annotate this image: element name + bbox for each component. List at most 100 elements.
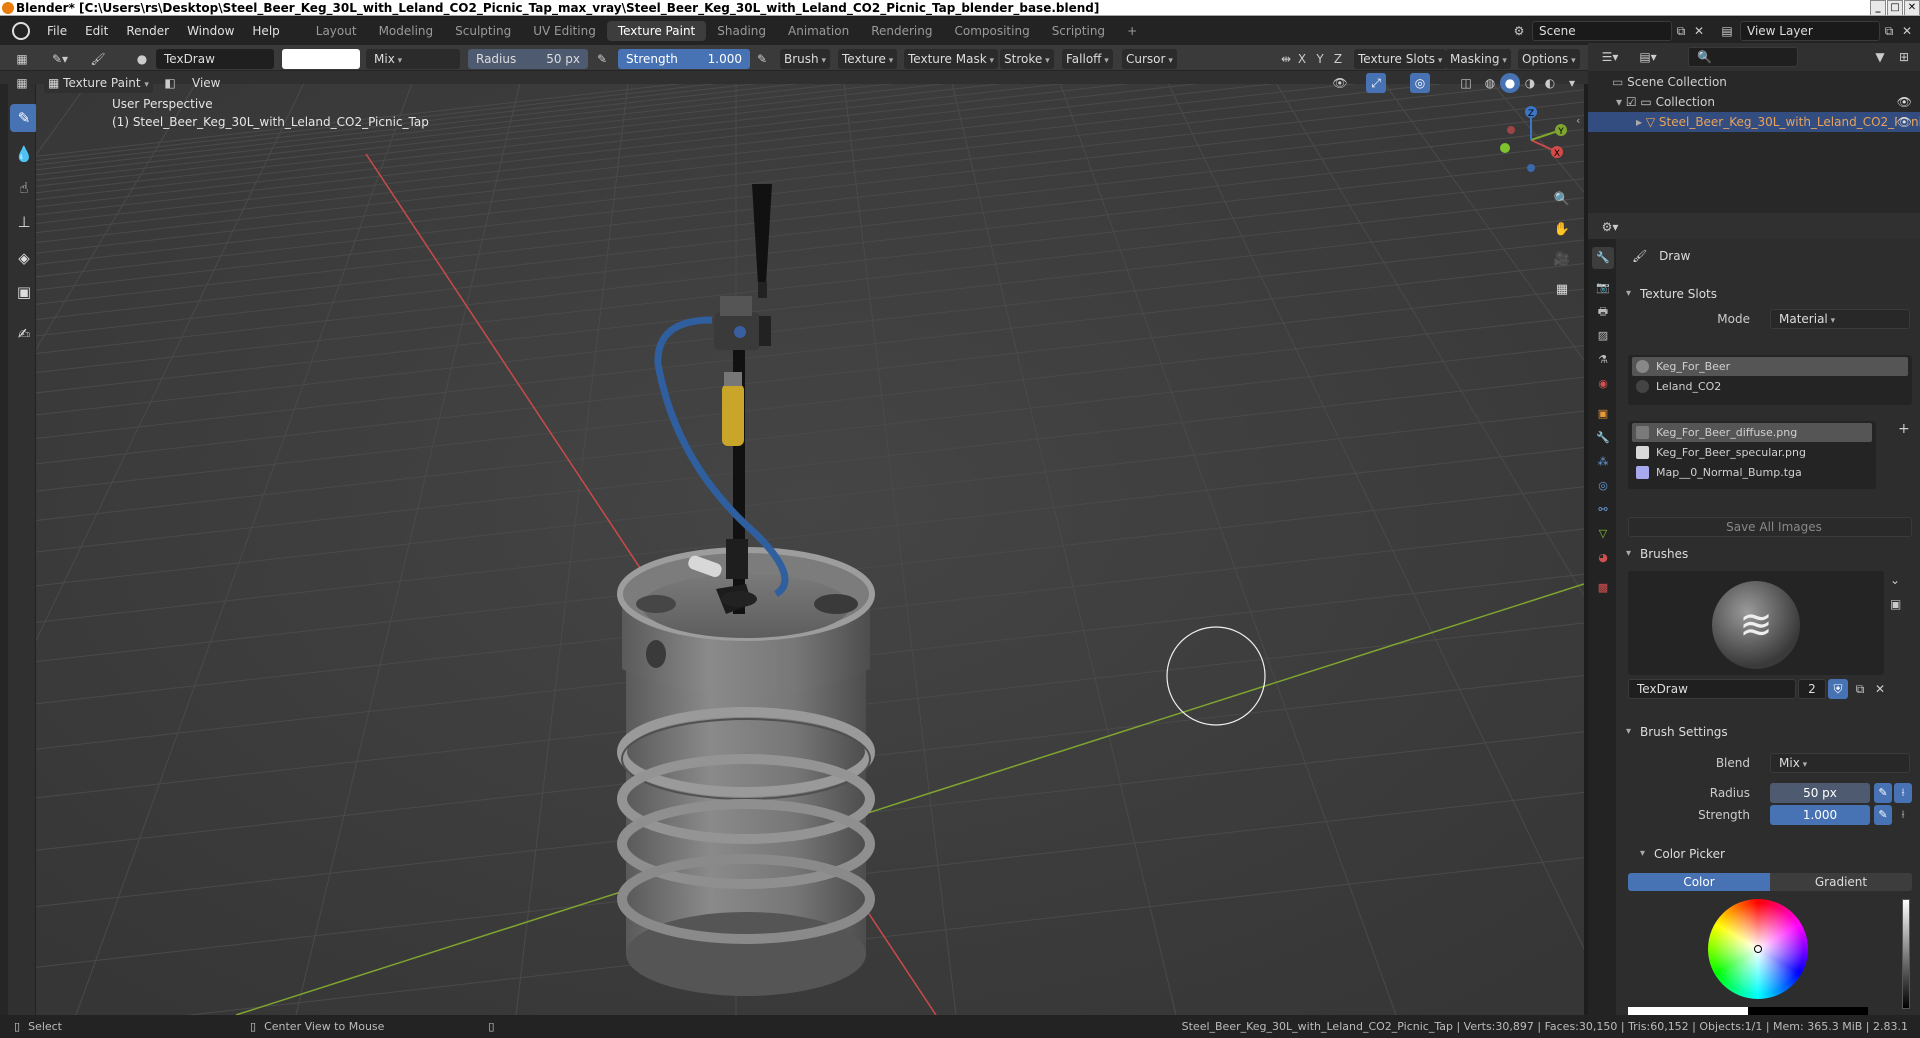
fake-user-shield-icon[interactable]: ⛨ [1828, 679, 1848, 699]
shading-options-icon[interactable]: ▾ [1562, 73, 1582, 93]
brushes-panel-header[interactable]: Brushes [1618, 543, 1918, 565]
add-workspace-button[interactable]: + [1116, 21, 1148, 41]
constraints-tab-icon[interactable]: ⚯ [1592, 499, 1614, 521]
tab-texture-paint[interactable]: Texture Paint [606, 21, 707, 41]
color-wheel-cursor[interactable] [1754, 945, 1762, 953]
radius-pressure-icon[interactable]: ✎ [1874, 783, 1892, 803]
outliner-row-scene-collection[interactable]: ▭ Scene Collection [1588, 72, 1920, 92]
tool-tab-icon[interactable]: 🔧 [1592, 247, 1614, 269]
color-wheel[interactable] [1708, 899, 1808, 999]
gradient-tab[interactable]: Gradient [1770, 873, 1912, 891]
zoom-icon[interactable]: 🔍 [1550, 188, 1574, 212]
solid-shading-icon[interactable]: ● [1500, 73, 1520, 93]
scene-tab-icon[interactable]: ⚗ [1592, 349, 1614, 371]
menu-help[interactable]: Help [243, 17, 288, 45]
value-slider[interactable] [1902, 899, 1910, 1009]
tab-sculpting[interactable]: Sculpting [444, 21, 522, 41]
blend-dropdown[interactable]: Mix [1770, 753, 1910, 773]
texture-slots-menu[interactable]: Texture Slots [1354, 49, 1447, 69]
outliner-row-collection[interactable]: ▾ ☑ ▭ Collection 👁 [1588, 92, 1920, 112]
strength-pressure-icon[interactable]: ✎ [752, 49, 772, 69]
tab-uv-editing[interactable]: UV Editing [522, 21, 607, 41]
outliner-search-input[interactable]: 🔍 [1688, 47, 1798, 67]
brush-users-count[interactable]: 2 [1798, 679, 1826, 699]
collection-visibility-icon[interactable]: 👁 [1897, 92, 1912, 112]
mode-dropdown[interactable]: Material [1770, 309, 1910, 329]
object-visibility-icon[interactable]: 👁 [1896, 112, 1912, 132]
brush-preview-box[interactable]: ≋ [1628, 571, 1884, 675]
image-item[interactable]: Map__0_Normal_Bump.tga [1632, 463, 1872, 482]
options-menu[interactable]: Options [1518, 49, 1580, 69]
scene-selector[interactable]: Scene [1532, 21, 1672, 41]
annotate-tool-icon[interactable]: ✍ [10, 320, 38, 348]
clone-tool-icon[interactable]: ⊥ [10, 208, 38, 236]
menu-window[interactable]: Window [178, 17, 243, 45]
3d-viewport[interactable]: User Perspective (1) Steel_Beer_Keg_30L_… [36, 84, 1584, 1015]
collection-checkbox[interactable]: ☑ [1626, 95, 1641, 109]
object-tab-icon[interactable]: ▣ [1592, 403, 1614, 425]
tab-layout[interactable]: Layout [305, 21, 368, 41]
navigation-gizmo[interactable]: X Y Z [1491, 100, 1581, 180]
ortho-grid-icon[interactable]: ▦ [1550, 278, 1574, 302]
delete-scene-icon[interactable]: ✕ [1690, 22, 1708, 40]
image-item[interactable]: Keg_For_Beer_diffuse.png [1632, 423, 1872, 442]
unlink-brush-icon[interactable]: ✕ [1870, 679, 1890, 699]
rendered-shading-icon[interactable]: ◐ [1540, 73, 1560, 93]
fill-tool-icon[interactable]: ◈ [10, 244, 38, 272]
blend-dropdown[interactable]: Mix [366, 49, 460, 69]
texture-tab-icon[interactable]: ▩ [1592, 577, 1614, 599]
output-tab-icon[interactable]: 🖶 [1592, 301, 1614, 323]
view-layer-icon[interactable]: ▤ [1718, 22, 1736, 40]
radius-unit-icon[interactable]: ⟊ [1894, 783, 1912, 803]
falloff-menu[interactable]: Falloff [1062, 49, 1113, 69]
outliner-row-object[interactable]: ▸ ▽ Steel_Beer_Keg_30L_with_Leland_CO2_P… [1588, 112, 1920, 132]
gizmo-toggle-icon[interactable]: ⤢ [1366, 73, 1386, 93]
stroke-menu[interactable]: Stroke [1000, 49, 1054, 69]
brush-settings-panel-header[interactable]: Brush Settings [1618, 721, 1918, 743]
collapse-arrow-icon[interactable]: ▾ [1616, 95, 1626, 109]
radius-pressure-icon[interactable]: ✎ [592, 49, 612, 69]
brush-menu[interactable]: Brush [780, 49, 831, 69]
radius-slider[interactable]: Radius 50 px [468, 49, 588, 69]
keg-model[interactable] [617, 547, 875, 996]
mask-tool-icon[interactable]: ▣ [10, 278, 38, 306]
overlay-toggle-icon[interactable]: ◎ [1410, 73, 1430, 93]
minimize-icon[interactable]: _ [1870, 0, 1886, 15]
new-collection-icon[interactable]: ⊞ [1894, 47, 1914, 67]
tab-scripting[interactable]: Scripting [1041, 21, 1116, 41]
menu-edit[interactable]: Edit [76, 17, 117, 45]
camera-view-icon[interactable]: 🎥 [1550, 248, 1574, 272]
modifier-tab-icon[interactable]: 🔧 [1592, 427, 1614, 449]
mirror-z-toggle[interactable]: Z [1330, 49, 1346, 69]
display-mode-icon[interactable]: ▤▾ [1638, 47, 1658, 67]
strength-slider[interactable]: 1.000 [1770, 805, 1870, 825]
scene-icon[interactable]: ⚙ [1510, 22, 1528, 40]
world-tab-icon[interactable]: ◉ [1592, 373, 1614, 395]
view-layer-tab-icon[interactable]: ▨ [1592, 325, 1614, 347]
mirror-y-toggle[interactable]: Y [1312, 49, 1328, 69]
brush-name-field[interactable]: TexDraw [1628, 679, 1796, 699]
filter-icon[interactable]: ▼ [1870, 47, 1890, 67]
save-all-images-button[interactable]: Save All Images [1628, 517, 1912, 537]
physics-tab-icon[interactable]: ◎ [1592, 475, 1614, 497]
current-color-swatch[interactable] [1628, 1007, 1748, 1015]
menu-render[interactable]: Render [117, 17, 178, 45]
tool-icon[interactable]: ✎▾ [44, 49, 76, 69]
strength-pressure-icon[interactable]: ✎ [1874, 805, 1892, 825]
brush-thumbnail-icon[interactable]: ≋ [1712, 581, 1800, 669]
particles-tab-icon[interactable]: ⁂ [1592, 451, 1614, 473]
tab-shading[interactable]: Shading [706, 21, 777, 41]
image-item[interactable]: Keg_For_Beer_specular.png [1632, 443, 1872, 462]
data-tab-icon[interactable]: ▽ [1592, 523, 1614, 545]
pan-hand-icon[interactable]: ✋ [1550, 218, 1574, 242]
cursor-menu[interactable]: Cursor [1122, 49, 1177, 69]
tab-compositing[interactable]: Compositing [943, 21, 1040, 41]
visibility-icon[interactable]: 👁 [1330, 73, 1350, 93]
soften-tool-icon[interactable]: 💧 [10, 140, 38, 168]
brush-name-field[interactable]: TexDraw [156, 49, 274, 69]
duplicate-brush-icon[interactable]: ⧉ [1850, 679, 1870, 699]
add-texture-button[interactable]: + [1898, 421, 1910, 437]
mirror-x-toggle[interactable]: X [1294, 49, 1310, 69]
new-scene-icon[interactable]: ⧉ [1672, 22, 1690, 40]
material-shading-icon[interactable]: ◑ [1520, 73, 1540, 93]
